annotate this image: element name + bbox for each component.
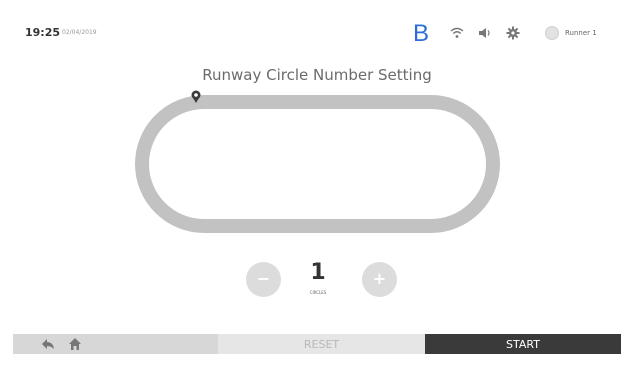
back-arrow-icon[interactable]: [41, 337, 55, 351]
nav-section: [13, 334, 218, 354]
device-frame: 19:25 02/04/2019 B Runner 1 Runway Circl…: [0, 0, 635, 367]
start-button[interactable]: START: [425, 334, 621, 354]
track-oval: [135, 95, 500, 233]
circle-count: 1: [310, 260, 326, 285]
reset-button[interactable]: RESET: [218, 334, 425, 354]
runway-track: [135, 90, 500, 233]
bottom-bar: RESET START: [13, 334, 621, 354]
app-screen: 19:25 02/04/2019 B Runner 1 Runway Circl…: [13, 14, 621, 354]
home-icon[interactable]: [68, 337, 82, 351]
increment-button[interactable]: +: [362, 262, 397, 297]
circle-count-unit: CIRCLES: [309, 290, 327, 295]
decrement-button[interactable]: −: [246, 262, 281, 297]
